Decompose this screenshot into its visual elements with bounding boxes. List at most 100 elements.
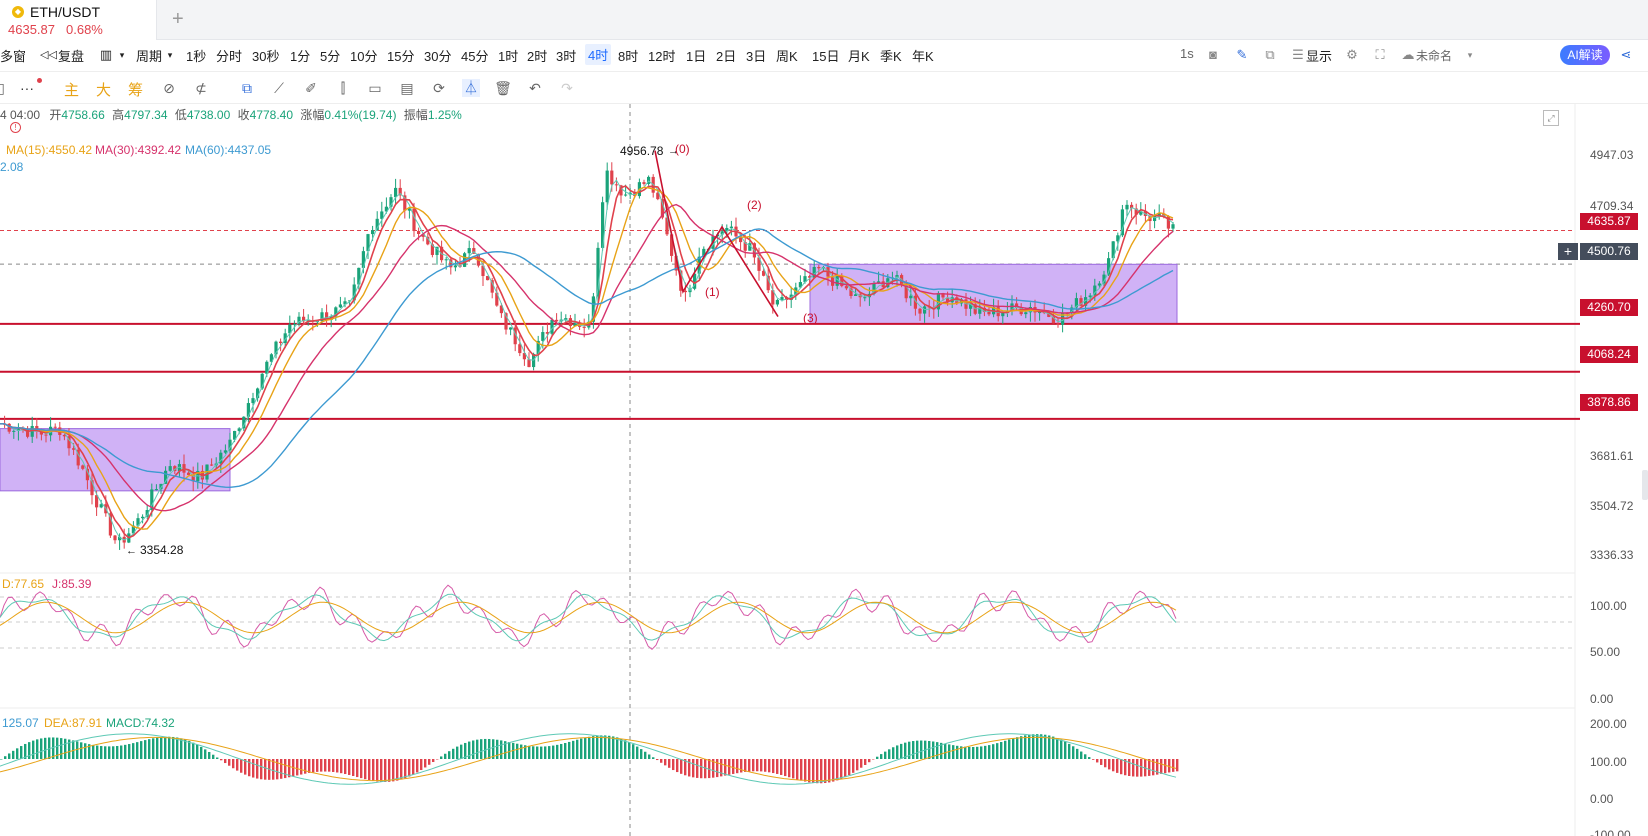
macd-histogram-bar [60, 738, 63, 759]
period-30s[interactable]: 30秒 [252, 46, 279, 65]
chevron-down-icon[interactable]: ▾ [162, 47, 178, 63]
refresh-interval[interactable]: 1s [1180, 46, 1194, 61]
indicator-icon[interactable]: ⊘ [160, 79, 178, 97]
draw-pen-icon[interactable]: ✐ [302, 79, 320, 97]
candlestick-icon[interactable]: ▥ [98, 47, 114, 63]
magnet-icon[interactable]: ⟳ [430, 79, 448, 97]
period-1d[interactable]: 1日 [686, 46, 706, 65]
new-tab-button[interactable]: + [172, 8, 184, 31]
lock-icon[interactable]: ▭ [366, 79, 384, 97]
candle-body [1056, 323, 1060, 325]
candle-body [541, 332, 545, 341]
share-icon[interactable]: ⋖ [1618, 47, 1634, 63]
note-icon[interactable]: ▤ [398, 79, 416, 97]
period-12h[interactable]: 12时 [648, 46, 675, 65]
display-button[interactable]: 显示 [1306, 46, 1332, 65]
macd-histogram-bar [784, 759, 787, 777]
period-10m[interactable]: 10分 [350, 46, 377, 65]
list-icon[interactable]: ☰ [1290, 47, 1306, 63]
big-order-button[interactable]: 大 [96, 79, 111, 100]
notification-dot [37, 78, 42, 83]
price-chart[interactable] [0, 104, 1648, 836]
macd-histogram-bar [16, 748, 19, 759]
macd-histogram-bar [40, 738, 43, 759]
period-year[interactable]: 年K [912, 46, 934, 65]
macd-histogram-bar [1100, 759, 1103, 765]
macd-histogram-bar [564, 743, 567, 759]
candle-body [1001, 313, 1005, 317]
period-1h[interactable]: 1时 [498, 46, 518, 65]
multi-window-button[interactable]: 多窗 [0, 46, 26, 65]
macd-histogram-bar [280, 759, 283, 779]
macd-histogram-bar [1068, 743, 1071, 759]
macd-histogram-bar [352, 759, 355, 776]
add-alert-icon[interactable]: + [1558, 243, 1578, 260]
candle-body [72, 448, 76, 450]
macd-histogram-bar [308, 759, 311, 773]
period-week[interactable]: 周K [776, 46, 798, 65]
main-indicator-button[interactable]: 主 [64, 79, 79, 100]
macd-histogram-bar [316, 759, 319, 772]
macd-histogram-bar [928, 740, 931, 759]
period-month[interactable]: 月K [848, 46, 870, 65]
period-45m[interactable]: 45分 [461, 46, 488, 65]
macd-histogram-bar [404, 759, 407, 779]
period-dropdown[interactable]: 周期 [136, 46, 162, 65]
period-2d[interactable]: 2日 [716, 46, 736, 65]
chevron-down-icon[interactable]: ▾ [1462, 47, 1478, 63]
chevron-down-icon[interactable]: ▾ [114, 47, 130, 63]
period-2h[interactable]: 2时 [527, 46, 547, 65]
macd-histogram-bar [832, 759, 835, 782]
chip-button[interactable]: 筹 [128, 79, 143, 100]
candle-tool-icon[interactable]: ⫿ [334, 79, 352, 97]
ruler-icon[interactable]: ⟋ [270, 79, 288, 97]
macd-histogram-bar [540, 746, 543, 759]
camera-icon[interactable]: ◙ [1205, 47, 1221, 63]
candle-body [555, 319, 559, 322]
macd-histogram-bar [764, 759, 767, 772]
ai-interpret-button[interactable]: AI解读 [1560, 45, 1610, 65]
panel-icon[interactable]: ▯ [0, 79, 10, 97]
undo-icon[interactable]: ↶ [526, 79, 544, 97]
macd-histogram-bar [360, 759, 363, 779]
period-15m[interactable]: 15分 [387, 46, 414, 65]
period-quarter[interactable]: 季K [880, 46, 902, 65]
macd-histogram-bar [232, 759, 235, 769]
copy-icon[interactable]: ⧉ [238, 79, 256, 97]
layout-name-dropdown[interactable]: 未命名 [1416, 47, 1452, 64]
macd-histogram-bar [428, 759, 431, 765]
candle-body [1125, 204, 1129, 210]
period-1s[interactable]: 1秒 [186, 46, 206, 65]
period-30m[interactable]: 30分 [424, 46, 451, 65]
macd-histogram-bar [348, 759, 351, 775]
kdj-d-line [0, 601, 1177, 634]
more-icon[interactable]: ··· [18, 79, 36, 97]
period-1m[interactable]: 1分 [290, 46, 310, 65]
candle-body [863, 297, 867, 299]
fullscreen-icon[interactable]: ⛶ [1372, 47, 1388, 63]
filter-icon[interactable]: ⏃ [462, 79, 480, 97]
period-4h[interactable]: 4时 [585, 44, 612, 65]
side-panel-handle[interactable] [1642, 470, 1648, 500]
chart-app: ◆ ETH/USDT 4635.87 0.68% + 多窗 ◁◁ 复盘 ▥ ▾ … [0, 0, 1648, 836]
macd-histogram-bar [920, 740, 923, 759]
period-8h[interactable]: 8时 [618, 46, 638, 65]
tab-eth-usdt[interactable]: ◆ ETH/USDT 4635.87 0.68% [0, 0, 157, 40]
period-3d[interactable]: 3日 [746, 46, 766, 65]
replay-button[interactable]: 复盘 [58, 46, 84, 65]
period-15d[interactable]: 15日 [812, 46, 839, 65]
trash-icon[interactable]: 🗑 [494, 79, 512, 97]
period-5m[interactable]: 5分 [320, 46, 340, 65]
pencil-icon[interactable]: ✎ [1234, 47, 1250, 63]
macd-histogram-bar [956, 745, 959, 759]
expand-icon[interactable]: ⤢ [1543, 110, 1559, 126]
brush-off-icon[interactable]: ⊄ [192, 79, 210, 97]
redo-icon[interactable]: ↷ [558, 79, 576, 97]
macd-histogram-bar [860, 759, 863, 768]
period-3h[interactable]: 3时 [556, 46, 576, 65]
gear-icon[interactable]: ⚙ [1344, 47, 1360, 63]
macd-histogram-bar [632, 744, 635, 759]
popout-icon[interactable]: ⧉ [1262, 47, 1278, 63]
period-timeshare[interactable]: 分时 [216, 46, 242, 65]
macd-histogram-bar [772, 759, 775, 774]
